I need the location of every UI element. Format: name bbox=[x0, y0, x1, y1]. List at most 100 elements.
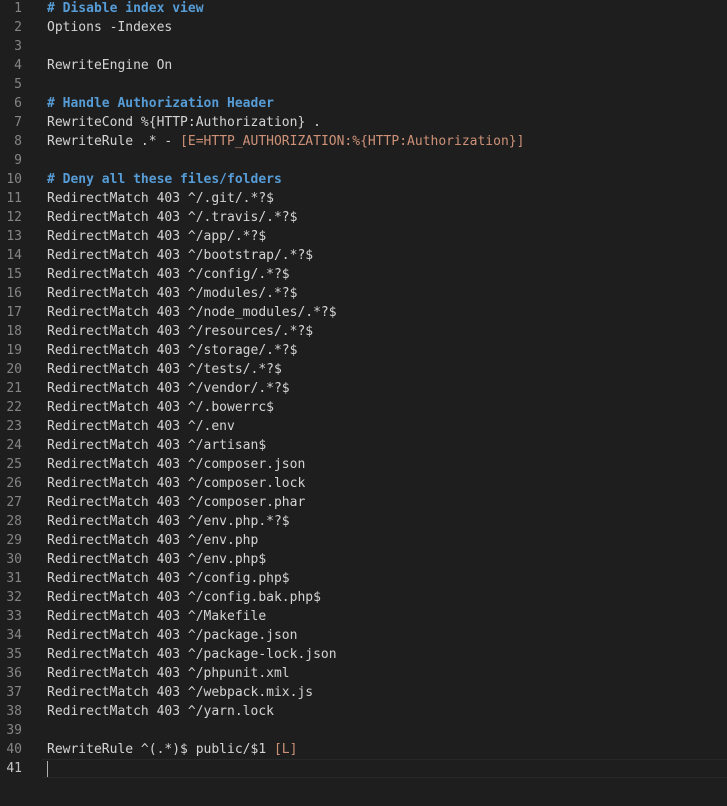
code-token: RedirectMatch 403 ^/yarn.lock bbox=[47, 704, 274, 719]
code-line[interactable]: 14 RedirectMatch 403 ^/bootstrap/.*?$ bbox=[0, 246, 727, 265]
code-line[interactable]: 6 # Handle Authorization Header bbox=[0, 94, 727, 113]
line-code: RedirectMatch 403 ^/vendor/.*?$ bbox=[47, 379, 290, 398]
code-line[interactable]: 26 RedirectMatch 403 ^/composer.lock bbox=[0, 474, 727, 493]
line-code: RedirectMatch 403 ^/storage/.*?$ bbox=[47, 341, 297, 360]
code-token: RedirectMatch 403 ^/storage/.*?$ bbox=[47, 343, 298, 358]
line-number: 16 bbox=[6, 286, 22, 301]
code-token: RewriteCond %{HTTP:Authorization} . bbox=[47, 115, 321, 130]
code-line[interactable]: 18 RedirectMatch 403 ^/resources/.*?$ bbox=[0, 322, 727, 341]
code-line[interactable]: 36 RedirectMatch 403 ^/phpunit.xml bbox=[0, 664, 727, 683]
code-line[interactable]: 30 RedirectMatch 403 ^/env.php$ bbox=[0, 550, 727, 569]
code-line[interactable]: 3 bbox=[0, 37, 727, 56]
code-token: RedirectMatch 403 ^/node_modules/.*?$ bbox=[47, 305, 337, 320]
code-line[interactable]: 1 # Disable index view bbox=[0, 0, 727, 18]
line-number: 39 bbox=[6, 723, 22, 738]
code-line[interactable]: 27 RedirectMatch 403 ^/composer.phar bbox=[0, 493, 727, 512]
code-line[interactable]: 39 bbox=[0, 721, 727, 740]
line-code: RedirectMatch 403 ^/resources/.*?$ bbox=[47, 322, 313, 341]
code-line[interactable]: 2 Options -Indexes bbox=[0, 18, 727, 37]
code-line[interactable]: 19 RedirectMatch 403 ^/storage/.*?$ bbox=[0, 341, 727, 360]
code-line[interactable]: 9 bbox=[0, 151, 727, 170]
line-number: 13 bbox=[6, 229, 22, 244]
code-line[interactable]: 38 RedirectMatch 403 ^/yarn.lock bbox=[0, 702, 727, 721]
code-line[interactable]: 15 RedirectMatch 403 ^/config/.*?$ bbox=[0, 265, 727, 284]
code-line[interactable]: 23 RedirectMatch 403 ^/.env bbox=[0, 417, 727, 436]
code-line[interactable]: 5 bbox=[0, 75, 727, 94]
code-line[interactable]: 11 RedirectMatch 403 ^/.git/.*?$ bbox=[0, 189, 727, 208]
line-code: RedirectMatch 403 ^/.env bbox=[47, 417, 235, 436]
line-code: # Deny all these files/folders bbox=[47, 170, 282, 189]
code-line[interactable]: 17 RedirectMatch 403 ^/node_modules/.*?$ bbox=[0, 303, 727, 322]
code-token: RedirectMatch 403 ^/resources/.*?$ bbox=[47, 324, 314, 339]
line-code: RedirectMatch 403 ^/bootstrap/.*?$ bbox=[47, 246, 313, 265]
code-line[interactable]: 16 RedirectMatch 403 ^/modules/.*?$ bbox=[0, 284, 727, 303]
line-number: 24 bbox=[6, 438, 22, 453]
code-line[interactable]: 24 RedirectMatch 403 ^/artisan$ bbox=[0, 436, 727, 455]
line-number: 3 bbox=[14, 39, 22, 54]
code-editor[interactable]: 1 # Disable index view 2 Options -Indexes 3 4… bbox=[0, 0, 727, 806]
code-token: RedirectMatch 403 ^/package-lock.json bbox=[47, 647, 337, 662]
code-line[interactable]: 13 RedirectMatch 403 ^/app/.*?$ bbox=[0, 227, 727, 246]
code-line[interactable]: 34 RedirectMatch 403 ^/package.json bbox=[0, 626, 727, 645]
code-token: RedirectMatch 403 ^/phpunit.xml bbox=[47, 666, 290, 681]
code-line[interactable]: 7 RewriteCond %{HTTP:Authorization} . bbox=[0, 113, 727, 132]
code-line[interactable]: 31 RedirectMatch 403 ^/config.php$ bbox=[0, 569, 727, 588]
line-code: RedirectMatch 403 ^/phpunit.xml bbox=[47, 664, 290, 683]
line-code: RedirectMatch 403 ^/env.php bbox=[47, 531, 258, 550]
line-number: 29 bbox=[6, 533, 22, 548]
line-code: RedirectMatch 403 ^/app/.*?$ bbox=[47, 227, 266, 246]
line-code: RedirectMatch 403 ^/config.bak.php$ bbox=[47, 588, 321, 607]
code-token: RedirectMatch 403 ^/config/.*?$ bbox=[47, 267, 290, 282]
code-line[interactable]: 40 RewriteRule ^(.*)$ public/$1 [L] bbox=[0, 740, 727, 759]
code-line[interactable]: 29 RedirectMatch 403 ^/env.php bbox=[0, 531, 727, 550]
line-code: RedirectMatch 403 ^/.travis/.*?$ bbox=[47, 208, 297, 227]
code-line[interactable]: 28 RedirectMatch 403 ^/env.php.*?$ bbox=[0, 512, 727, 531]
line-code: # Handle Authorization Header bbox=[47, 94, 274, 113]
line-number: 15 bbox=[6, 267, 22, 282]
code-line[interactable]: 33 RedirectMatch 403 ^/Makefile bbox=[0, 607, 727, 626]
code-line[interactable]: 41 bbox=[0, 759, 727, 778]
code-line[interactable]: 35 RedirectMatch 403 ^/package-lock.json bbox=[0, 645, 727, 664]
code-line[interactable]: 37 RedirectMatch 403 ^/webpack.mix.js bbox=[0, 683, 727, 702]
line-number: 5 bbox=[14, 77, 22, 92]
line-number: 38 bbox=[6, 704, 22, 719]
code-line[interactable]: 22 RedirectMatch 403 ^/.bowerrc$ bbox=[0, 398, 727, 417]
code-line[interactable]: 20 RedirectMatch 403 ^/tests/.*?$ bbox=[0, 360, 727, 379]
code-token: RedirectMatch 403 ^/app/.*?$ bbox=[47, 229, 267, 244]
line-number: 10 bbox=[6, 172, 22, 187]
code-line[interactable]: 12 RedirectMatch 403 ^/.travis/.*?$ bbox=[0, 208, 727, 227]
code-line[interactable]: 10 # Deny all these files/folders bbox=[0, 170, 727, 189]
code-token: RewriteRule ^(.*)$ public/$1 bbox=[47, 742, 274, 757]
line-number: 19 bbox=[6, 343, 22, 358]
code-line[interactable]: 25 RedirectMatch 403 ^/composer.json bbox=[0, 455, 727, 474]
code-token: RedirectMatch 403 ^/env.php$ bbox=[47, 552, 267, 567]
code-token: RewriteEngine On bbox=[47, 58, 173, 73]
line-code: RewriteRule ^(.*)$ public/$1 [L] bbox=[47, 740, 297, 759]
line-number: 35 bbox=[6, 647, 22, 662]
line-number: 32 bbox=[6, 590, 22, 605]
code-line[interactable]: 21 RedirectMatch 403 ^/vendor/.*?$ bbox=[0, 379, 727, 398]
current-line-highlight bbox=[42, 759, 727, 778]
code-token: RedirectMatch 403 ^/config.php$ bbox=[47, 571, 290, 586]
code-token: RedirectMatch 403 ^/.git/.*?$ bbox=[47, 191, 274, 206]
code-token: RedirectMatch 403 ^/vendor/.*?$ bbox=[47, 381, 290, 396]
line-number: 9 bbox=[14, 153, 22, 168]
code-line[interactable]: 32 RedirectMatch 403 ^/config.bak.php$ bbox=[0, 588, 727, 607]
code-token: RedirectMatch 403 ^/.env bbox=[47, 419, 235, 434]
code-token: RewriteRule .* - bbox=[47, 134, 181, 149]
code-comment: # Handle Authorization Header bbox=[47, 96, 274, 111]
code-line[interactable]: 4 RewriteEngine On bbox=[0, 56, 727, 75]
line-code: RedirectMatch 403 ^/env.php$ bbox=[47, 550, 266, 569]
line-number: 8 bbox=[14, 134, 22, 149]
line-number: 28 bbox=[6, 514, 22, 529]
code-token: RedirectMatch 403 ^/composer.lock bbox=[47, 476, 306, 491]
line-code: RedirectMatch 403 ^/package.json bbox=[47, 626, 297, 645]
code-token: [L] bbox=[273, 742, 298, 757]
line-number: 23 bbox=[6, 419, 22, 434]
code-token: RedirectMatch 403 ^/.travis/.*?$ bbox=[47, 210, 298, 225]
line-number: 12 bbox=[6, 210, 22, 225]
code-line[interactable]: 8 RewriteRule .* - [E=HTTP_AUTHORIZATION:… bbox=[0, 132, 727, 151]
code-token: RedirectMatch 403 ^/.bowerrc$ bbox=[47, 400, 274, 415]
line-code: RedirectMatch 403 ^/composer.phar bbox=[47, 493, 305, 512]
line-number: 6 bbox=[14, 96, 22, 111]
